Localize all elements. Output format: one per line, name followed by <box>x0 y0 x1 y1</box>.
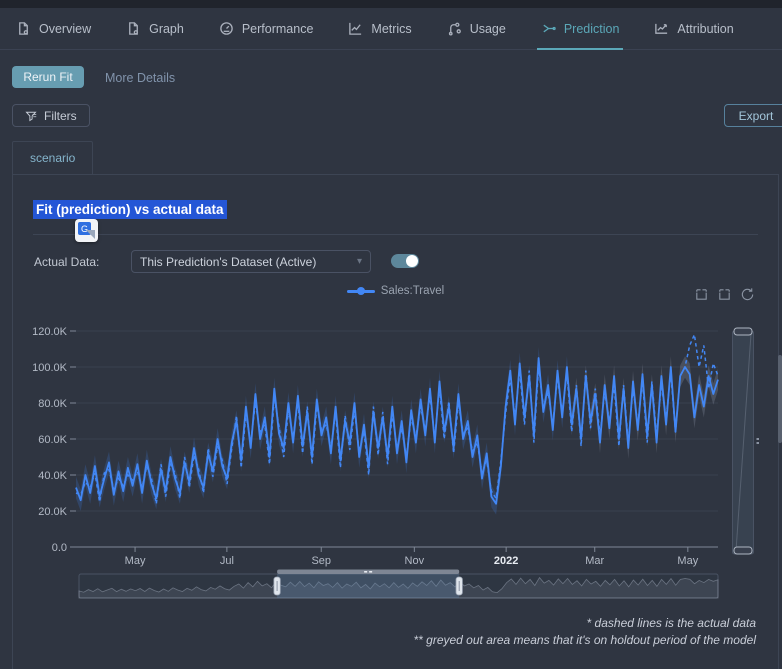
legend-line-marker <box>347 290 375 293</box>
legend-sales-travel[interactable]: Sales:Travel <box>13 285 778 297</box>
file-icon <box>16 21 31 36</box>
filters-button[interactable]: Filters <box>12 104 90 127</box>
rerun-fit-button[interactable]: Rerun Fit <box>12 66 84 88</box>
api-icon <box>447 21 462 36</box>
export-button[interactable]: Export <box>724 104 782 127</box>
tab-scenario-label: scenario <box>30 151 75 165</box>
attr-icon <box>654 21 669 36</box>
title-divider <box>33 234 758 235</box>
tab-label: Prediction <box>564 22 620 36</box>
y-tick-label: 120.0K <box>32 326 68 338</box>
x-tick-label: Jul <box>220 555 234 567</box>
filter-icon <box>25 110 37 122</box>
tab-prediction[interactable]: Prediction <box>537 8 624 50</box>
dataset-select[interactable]: This Prediction's Dataset (Active) ▾ <box>131 250 371 273</box>
restore-icon[interactable] <box>740 287 755 302</box>
x-tick-label: Sep <box>311 555 331 567</box>
vertical-datazoom-grip <box>757 438 760 440</box>
tab-usage[interactable]: Usage <box>443 8 510 50</box>
chart-title-selected-text[interactable]: Fit (prediction) vs actual data <box>33 200 227 219</box>
x-tick-label: Nov <box>405 555 425 567</box>
top-navbar: Overview Graph Performance Metrics Usage Pred… <box>0 8 782 50</box>
vertical-datazoom-grip <box>757 442 760 444</box>
tab-label: Metrics <box>371 22 411 36</box>
actual-data-label: Actual Data: <box>34 255 99 269</box>
filters-button-label: Filters <box>44 109 77 123</box>
tab-graph[interactable]: Graph <box>122 8 188 50</box>
zoom-select-icon[interactable] <box>694 287 709 302</box>
x-tick-label: May <box>677 555 698 567</box>
more-details-link[interactable]: More Details <box>105 71 175 85</box>
y-tick-label: 60.0K <box>38 434 67 446</box>
tab-attribution[interactable]: Attribution <box>650 8 737 50</box>
footnotes: * dashed lines is the actual data ** gre… <box>413 615 756 649</box>
legend-dot <box>357 287 365 295</box>
tab-metrics[interactable]: Metrics <box>344 8 415 50</box>
scenario-tabbar: scenario <box>12 141 779 174</box>
chevron-down-icon: ▾ <box>357 256 362 267</box>
legend-label: Sales:Travel <box>381 285 445 297</box>
file-icon <box>126 21 141 36</box>
tab-label: Attribution <box>677 22 733 36</box>
datazoom-grip-dot <box>369 571 372 573</box>
prediction-panel: Fit (prediction) vs actual data G Actual… <box>12 174 779 669</box>
datazoom-grip-dot <box>364 571 367 573</box>
tab-scenario[interactable]: scenario <box>12 141 93 174</box>
translate-popup-icon[interactable]: G <box>75 219 98 242</box>
x-tick-label: 2022 <box>494 555 518 567</box>
prediction-line[interactable] <box>76 358 718 504</box>
tab-label: Usage <box>470 22 506 36</box>
line-chart[interactable]: 0.0 20.0K 40.0K 60.0K 80.0K 100.0K 120.0K May Ju… <box>13 311 780 611</box>
tab-prior-vs-po[interactable]: Prior vs Po <box>765 8 773 50</box>
zoom-reset-icon[interactable] <box>717 287 732 302</box>
tab-label: Performance <box>242 22 314 36</box>
y-tick-label: 80.0K <box>38 398 67 410</box>
tab-performance[interactable]: Performance <box>215 8 318 50</box>
datazoom-move-handle[interactable] <box>277 570 459 575</box>
footnote-holdout: ** greyed out area means that it's on ho… <box>413 632 756 649</box>
y-tick-label: 40.0K <box>38 470 67 482</box>
y-tick-label: 20.0K <box>38 506 67 518</box>
datazoom-selection[interactable] <box>277 574 459 598</box>
actual-data-toggle[interactable] <box>391 254 419 268</box>
tab-label: Graph <box>149 22 184 36</box>
toggle-knob <box>406 255 418 267</box>
metrics-icon <box>348 21 363 36</box>
tab-overview[interactable]: Overview <box>12 8 95 50</box>
y-tick-label: 100.0K <box>32 362 68 374</box>
gauge-icon <box>219 21 234 36</box>
vertical-datazoom-handle-top[interactable] <box>734 328 752 335</box>
fork-icon <box>541 21 556 36</box>
dataset-select-value: This Prediction's Dataset (Active) <box>140 255 316 269</box>
x-tick-label: Mar <box>585 555 604 567</box>
scrollbar-thumb[interactable] <box>778 355 782 443</box>
chart-toolbox <box>694 287 755 302</box>
vertical-datazoom-handle-bottom[interactable] <box>734 547 752 554</box>
footnote-dashed: * dashed lines is the actual data <box>413 615 756 632</box>
tab-label: Overview <box>39 22 91 36</box>
y-tick-label: 0.0 <box>52 542 67 554</box>
x-tick-label: May <box>125 555 146 567</box>
